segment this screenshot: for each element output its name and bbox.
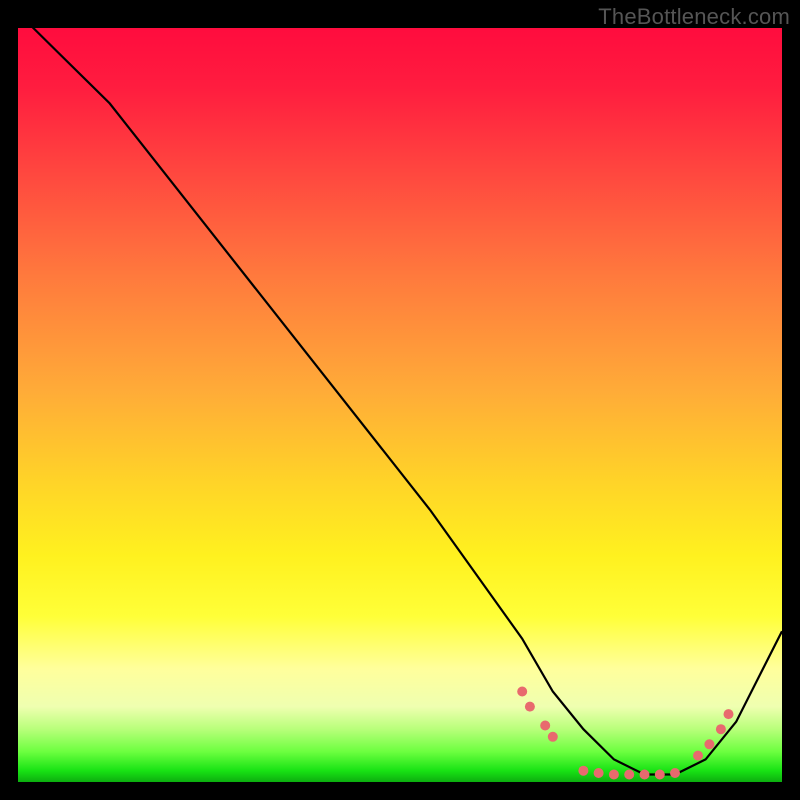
data-point xyxy=(693,751,703,761)
chart-frame: TheBottleneck.com xyxy=(0,0,800,800)
data-point xyxy=(670,768,680,778)
data-point xyxy=(655,770,665,780)
watermark-label: TheBottleneck.com xyxy=(598,4,790,30)
data-point xyxy=(624,770,634,780)
data-point xyxy=(716,724,726,734)
data-point xyxy=(704,739,714,749)
data-point xyxy=(540,721,550,731)
data-point xyxy=(578,766,588,776)
data-point xyxy=(609,770,619,780)
data-point xyxy=(594,768,604,778)
curve-layer xyxy=(18,28,782,782)
data-point xyxy=(525,702,535,712)
data-point xyxy=(724,709,734,719)
bottleneck-curve xyxy=(18,13,782,775)
data-point xyxy=(640,770,650,780)
plot-area xyxy=(18,28,782,782)
data-point xyxy=(517,687,527,697)
data-point xyxy=(548,732,558,742)
